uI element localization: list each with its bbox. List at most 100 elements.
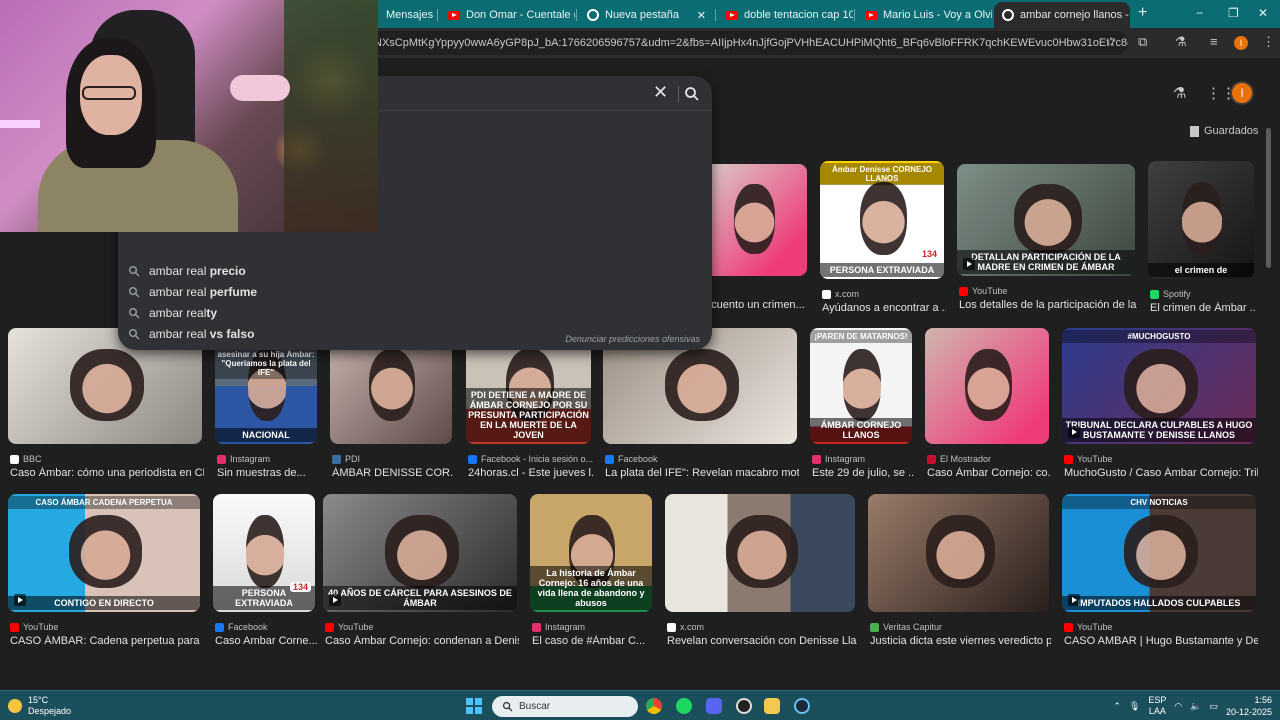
result-source[interactable]: Instagram [532,622,585,632]
report-predictions-link[interactable]: Denunciar predicciones ofensivas [565,334,700,344]
chevron-up-icon[interactable]: ⌃ [1113,701,1121,712]
volume-icon[interactable]: 🔈 [1190,701,1201,712]
tab-doble-tentacion[interactable]: doble tentacion cap 106 ✕ [718,4,853,26]
result-thumbnail[interactable]: ÁMBAR CORNEJO LLANOS ¡PAREN DE MATARNOS! [810,328,912,444]
result-caption[interactable]: ÁMBAR DENISSE COR... [332,467,454,479]
lab-flask-icon[interactable]: ⚗ [1175,34,1187,50]
image-result-card[interactable]: TRIBUNAL DECLARA CULPABLES A HUGO BUSTAM… [1062,328,1258,484]
result-source[interactable]: YouTube [325,622,373,632]
image-result-card[interactable]: El Mostrador Caso Ámbar Cornejo: co... [925,328,1051,484]
tab-don-omar[interactable]: Don Omar - Cuentale (Th ✕ [440,4,575,26]
minimize-button[interactable]: − [1196,6,1203,20]
start-button[interactable] [466,698,482,714]
result-thumbnail[interactable] [925,328,1049,444]
result-source[interactable]: YouTube [10,622,58,632]
result-caption[interactable]: Sin muestras de... [217,467,319,479]
tab-mario-luis[interactable]: Mario Luis - Voy a Olvid ✕ [857,4,992,26]
result-thumbnail[interactable] [700,164,807,276]
image-result-card[interactable]: CONTIGO EN DIRECTO CASO ÁMBAR CADENA PERP… [8,494,202,652]
image-result-card[interactable]: IMPUTADOS HALLADOS CULPABLES CHV NOTICIAS… [1062,494,1258,652]
image-result-card[interactable]: PDI DETIENE A MADRE DE ÁMBAR CORNEJO POR… [466,328,593,484]
battery-icon[interactable]: ▭ [1209,701,1218,712]
result-source[interactable]: Veritas Capitur [870,622,942,632]
result-caption[interactable]: Caso Ámbar Cornejo: condenan a Deniss... [325,635,519,647]
result-source[interactable]: Facebook - Inicia sesión o... [468,454,593,464]
suggestion-item[interactable]: ambar real perfume [118,281,712,302]
result-source[interactable]: x.com [667,622,704,632]
image-result-card[interactable]: el crimen de Spotify El crimen de Ámbar ..… [1148,161,1256,319]
image-result-card[interactable]: PERSONA EXTRAVIADA 134 Facebook Caso Ambar … [213,494,317,652]
result-caption[interactable]: Este 29 de julio, se ... [812,467,914,479]
result-caption[interactable]: Justicia dicta este viernes veredicto po… [870,635,1051,647]
account-avatar[interactable]: I [1230,81,1254,105]
media-control-icon[interactable]: ≡ [1210,34,1218,49]
spotify-taskbar-icon[interactable] [676,698,692,714]
image-result-card[interactable]: 40 AÑOS DE CÁRCEL PARA ASESINOS DE ÁMBAR… [323,494,519,652]
steam-taskbar-icon[interactable] [794,698,810,714]
obs-taskbar-icon[interactable] [736,698,752,714]
file-explorer-icon[interactable] [764,698,780,714]
image-result-card[interactable]: PERSONA EXTRAVIADA Ámbar Denisse CORNEJO … [820,161,946,319]
page-scrollbar[interactable] [1272,58,1280,690]
taskbar-search[interactable]: Buscar [492,696,638,717]
search-labs-icon[interactable]: ⚗ [1173,84,1186,102]
result-source[interactable]: Instagram [217,454,270,464]
weather-widget[interactable]: 15°C Despejado [8,695,71,717]
image-result-card[interactable]: BBC Caso Ámbar: cómo una periodista en Ch… [8,328,204,484]
tab-nueva-pestana[interactable]: Nueva pestaña ✕ [579,4,714,26]
saved-link[interactable]: Guardados [1190,125,1258,137]
image-result-card[interactable]: La historia de Ámbar Cornejo: 16 años de… [530,494,652,652]
result-thumbnail[interactable]: PERSONA EXTRAVIADA 134 [213,494,315,612]
bookmark-star-icon[interactable]: ☆ [1105,34,1117,50]
tab-mensajes[interactable]: Mensajes ✕ [378,4,436,26]
image-result-card[interactable]: Veritas Capitur Justicia dicta este viern… [868,494,1051,652]
result-caption[interactable]: Los detalles de la participación de la .… [959,299,1137,311]
result-caption[interactable]: Revelan conversación con Denisse Llan... [667,635,857,647]
tab-close-icon[interactable]: ✕ [697,9,706,22]
image-result-card[interactable]: x.com Revelan conversación con Denisse Ll… [665,494,857,652]
result-thumbnail[interactable]: IMPUTADOS HALLADOS CULPABLES CHV NOTICIAS [1062,494,1256,612]
result-source[interactable]: El Mostrador [927,454,991,464]
discord-taskbar-icon[interactable] [706,698,722,714]
result-thumbnail[interactable]: 40 AÑOS DE CÁRCEL PARA ASESINOS DE ÁMBAR [323,494,517,612]
image-result-card[interactable]: PDI ÁMBAR DENISSE COR... [330,328,454,484]
result-caption[interactable]: CASO AMBAR | Hugo Bustamante y Den... [1064,635,1258,647]
result-caption[interactable]: 24horas.cl - Este jueves l... [468,467,593,479]
result-thumbnail[interactable] [868,494,1049,612]
result-thumbnail[interactable]: el crimen de [1148,161,1254,279]
result-thumbnail[interactable] [665,494,855,612]
tab-ambar-cornejo-active[interactable]: ambar cornejo llanos - Bu ✕ [994,2,1130,28]
result-caption[interactable]: CASO ÁMBAR: Cadena perpetua para H... [10,635,202,647]
result-source[interactable]: Facebook [215,622,268,632]
result-caption[interactable]: La plata del IFE": Revelan macabro motiv… [605,467,799,479]
result-source[interactable]: YouTube [959,286,1007,296]
wifi-icon[interactable]: ◠ [1174,701,1182,712]
result-caption[interactable]: e cuento un crimen... [702,299,809,311]
window-close-button[interactable]: ✕ [1258,6,1268,20]
result-source[interactable]: PDI [332,454,360,464]
suggestion-item[interactable]: ambar real precio [118,260,712,281]
language-indicator[interactable]: ESP LAA [1148,695,1166,717]
maximize-button[interactable]: ❐ [1228,6,1239,20]
result-thumbnail[interactable]: PERSONA EXTRAVIADA Ámbar Denisse CORNEJO … [820,161,944,279]
result-caption[interactable]: El crimen de Ámbar ... [1150,302,1256,314]
result-thumbnail[interactable]: DETALLAN PARTICIPACIÓN DE LA MADRE EN CR… [957,164,1135,276]
extensions-icon[interactable]: ⧉ [1138,34,1147,50]
result-source[interactable]: Facebook [605,454,658,464]
clear-search-icon[interactable]: ✕ [653,82,668,103]
address-bar[interactable]: NXsCpMtKgYppyy0wwA6yGP8pJ_bA:17662065967… [360,31,1128,55]
microphone-icon[interactable]: 🎙 [1129,701,1140,712]
image-result-card[interactable]: DETALLAN PARTICIPACIÓN DE LA MADRE EN CR… [957,164,1137,316]
clock[interactable]: 1:56 20-12-2025 [1226,694,1272,718]
search-icon[interactable] [684,86,700,102]
result-caption[interactable]: MuchoGusto / Caso Ámbar Cornejo: Trib... [1064,467,1258,479]
page-scrollbar-thumb[interactable] [1266,128,1271,268]
result-source[interactable]: YouTube [1064,622,1112,632]
result-caption[interactable]: Caso Ámbar Cornejo: co... [927,467,1051,479]
result-caption[interactable]: Caso Ámbar: cómo una periodista en Chil.… [10,467,204,479]
result-source[interactable]: Instagram [812,454,865,464]
result-source[interactable]: x.com [822,289,859,299]
image-result-card[interactable]: Facebook La plata del IFE": Revelan macab… [603,328,799,484]
result-caption[interactable]: Caso Ambar Corne... [215,635,317,647]
result-thumbnail[interactable]: TRIBUNAL DECLARA CULPABLES A HUGO BUSTAM… [1062,328,1256,444]
